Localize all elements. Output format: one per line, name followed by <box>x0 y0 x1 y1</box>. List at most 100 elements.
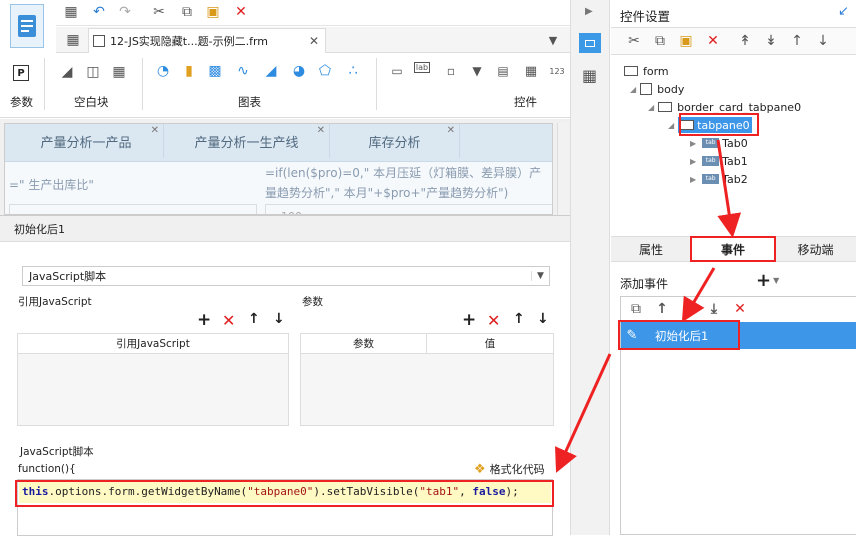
combo-icon[interactable]: ▤ <box>494 62 512 80</box>
delete-event-icon[interactable]: ✕ <box>731 300 749 318</box>
format-code-button[interactable]: ❖ 格式化代码 <box>474 461 545 477</box>
radar-icon[interactable]: ⬠ <box>316 62 334 80</box>
chevron-right-icon[interactable]: ▶ <box>690 139 696 148</box>
expand-icon[interactable]: ↙ <box>838 4 849 19</box>
canvas-scrollbar[interactable] <box>557 123 569 215</box>
move-up-event-icon[interactable]: ↑ <box>653 300 671 318</box>
canvas-tab-2[interactable]: 产量分析一生产线 ✕ <box>164 124 330 158</box>
canvas-tab-3[interactable]: 库存分析 ✕ <box>330 124 460 158</box>
group-label-params: 参数 <box>10 95 33 109</box>
move-down-ref-icon[interactable]: ↓ <box>273 311 285 327</box>
paste-icon[interactable]: ▣ <box>677 32 695 50</box>
undo-icon[interactable]: ↶ <box>90 3 108 21</box>
gauge-icon[interactable]: ◕ <box>290 62 308 80</box>
tree-node-tab0[interactable]: ▶ tab Tab0 <box>690 134 748 152</box>
tree-node-border-card[interactable]: ◢ border_card_tabpane0 <box>648 98 801 116</box>
tree-node-tabpane[interactable]: ◢ tabpane0 <box>668 116 752 134</box>
move-down-icon[interactable]: ↓ <box>814 32 832 50</box>
dropdown-widget-icon[interactable]: ▼ <box>468 62 486 80</box>
close-icon[interactable]: ✕ <box>447 125 455 136</box>
textbox-icon[interactable]: ▭ <box>388 62 406 80</box>
grid-icon[interactable]: ▦ <box>64 31 82 49</box>
scatter-icon[interactable]: ∴ <box>344 62 362 80</box>
line-chart-icon[interactable]: ∿ <box>234 62 252 80</box>
calendar-icon[interactable]: ▦ <box>522 62 540 80</box>
tree-node-form[interactable]: form <box>624 62 669 80</box>
code-editor[interactable]: this.options.form.getWidgetByName("tabpa… <box>17 479 553 536</box>
add-ref-icon[interactable]: + <box>197 310 211 330</box>
tab-events[interactable]: 事件 <box>692 237 774 262</box>
file-tab[interactable]: 12-JS实现隐藏t...题-示例二.frm ✕ <box>88 28 326 53</box>
expand-down-icon[interactable]: ◢ <box>648 103 654 112</box>
column-chart-icon[interactable]: ▩ <box>206 62 224 80</box>
remove-ref-icon[interactable]: ✕ <box>222 311 235 330</box>
pie-chart-icon[interactable]: ◔ <box>154 62 172 80</box>
canvas-tab-label: 产量分析一产品 <box>40 135 132 151</box>
design-canvas[interactable]: 产量分析一产品 ✕ 产量分析一生产线 ✕ 库存分析 ✕ =" 生产出库比" =i… <box>0 119 570 215</box>
move-down-event-icon[interactable]: ↓ <box>679 300 697 318</box>
move-top-icon[interactable]: ↟ <box>736 32 754 50</box>
collapse-arrow-icon[interactable]: ▶ <box>585 6 593 17</box>
format-code-label: 格式化代码 <box>489 463 545 476</box>
chevron-right-icon[interactable]: ▶ <box>690 175 696 184</box>
bar-chart-icon[interactable]: ▮ <box>180 62 198 80</box>
delete-icon[interactable]: ✕ <box>232 3 250 21</box>
code-part: ); <box>505 485 519 498</box>
button-widget-icon[interactable]: ▫ <box>442 62 460 80</box>
copy-event-icon[interactable]: ⧉ <box>627 300 645 318</box>
cut-icon[interactable]: ✂ <box>625 32 643 50</box>
move-bottom-event-icon[interactable]: ⤓ <box>705 300 723 318</box>
paste-icon[interactable]: ▣ <box>204 3 222 21</box>
copy-icon[interactable]: ⧉ <box>651 32 669 50</box>
move-up-icon[interactable]: ↑ <box>788 32 806 50</box>
param-icon[interactable]: P <box>13 65 29 81</box>
label-icon[interactable]: lab <box>414 62 430 73</box>
canvas-tab-1[interactable]: 产量分析一产品 ✕ <box>9 124 164 158</box>
app-logo[interactable] <box>10 4 44 48</box>
cut-icon[interactable]: ✂ <box>150 3 168 21</box>
expand-down-icon[interactable]: ◢ <box>668 121 674 130</box>
chevron-right-icon[interactable]: ▶ <box>690 157 696 166</box>
tab-menu-icon[interactable]: ▼ <box>544 31 562 49</box>
tab-properties[interactable]: 属性 <box>611 237 691 262</box>
event-item-selected[interactable]: ✎ 初始化后1 <box>621 322 856 349</box>
move-down-param-icon[interactable]: ↓ <box>537 311 549 327</box>
tab-label: 事件 <box>720 243 745 257</box>
formula-left: =" 生产出库比" <box>9 178 94 192</box>
remove-param-icon[interactable]: ✕ <box>487 311 500 330</box>
layout-side-icon[interactable]: ▦ <box>582 66 597 85</box>
tree-label: form <box>643 64 669 78</box>
block-icon-2[interactable]: ◫ <box>84 63 102 81</box>
add-event-button[interactable]: + ▼ <box>756 270 779 291</box>
block-icon-3[interactable]: ▦ <box>110 63 128 81</box>
save-icon[interactable]: ▦ <box>62 3 80 21</box>
move-up-ref-icon[interactable]: ↑ <box>248 311 260 327</box>
report-icon <box>18 15 36 37</box>
move-up-param-icon[interactable]: ↑ <box>513 311 525 327</box>
tab-mobile[interactable]: 移动端 <box>775 237 856 262</box>
block-icon-1[interactable]: ◢ <box>58 63 76 81</box>
redo-icon[interactable]: ↷ <box>116 3 134 21</box>
container-icon <box>658 102 673 112</box>
move-bottom-icon[interactable]: ↡ <box>762 32 780 50</box>
close-tab-icon[interactable]: ✕ <box>309 34 319 48</box>
value-col-header: 值 <box>484 338 496 350</box>
area-chart-icon[interactable]: ◢ <box>262 62 280 80</box>
tree-label: border_card_tabpane0 <box>677 100 802 114</box>
code-part: , <box>459 485 473 498</box>
add-param-icon[interactable]: + <box>462 310 476 330</box>
widget-settings-side-button[interactable] <box>579 33 601 53</box>
copy-icon[interactable]: ⧉ <box>178 3 196 21</box>
script-type-select[interactable]: JavaScript脚本 ▼ <box>22 266 550 286</box>
tree-node-body[interactable]: ◢ body <box>630 80 684 98</box>
expand-down-icon[interactable]: ◢ <box>630 85 636 94</box>
close-icon[interactable]: ✕ <box>317 125 325 136</box>
tab-label: 移动端 <box>797 243 834 257</box>
tree-node-tab1[interactable]: ▶ tab Tab1 <box>690 152 748 170</box>
edit-pencil-icon: ✎ <box>626 328 638 343</box>
close-icon[interactable]: ✕ <box>151 125 159 136</box>
file-icon <box>93 35 105 47</box>
number-icon[interactable]: 123 <box>548 62 566 80</box>
delete-icon[interactable]: ✕ <box>704 32 722 50</box>
tree-node-tab2[interactable]: ▶ tab Tab2 <box>690 170 748 188</box>
